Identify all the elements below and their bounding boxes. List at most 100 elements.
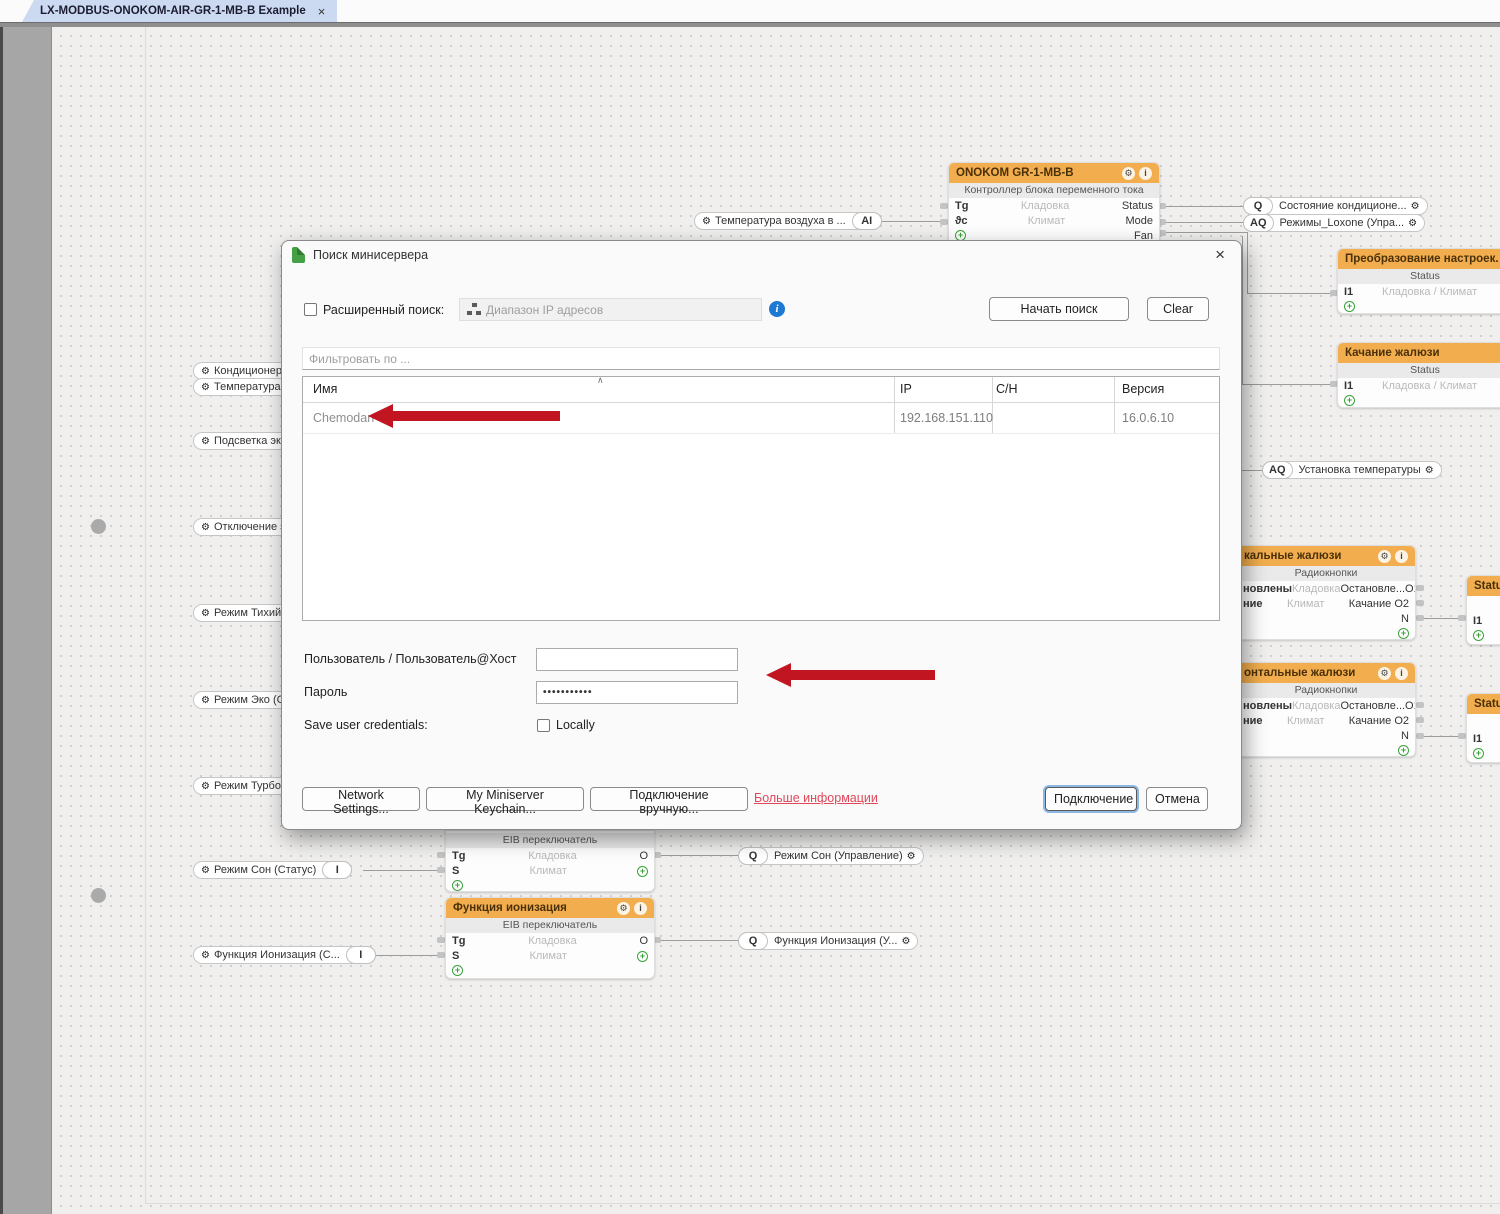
- port-capsule[interactable]: I: [346, 946, 376, 964]
- block-header[interactable]: Statu: [1467, 694, 1500, 714]
- pin-label[interactable]: Status: [1122, 200, 1153, 212]
- plus-icon[interactable]: +: [637, 951, 648, 962]
- block-header[interactable]: Statu: [1467, 576, 1500, 596]
- cell-version[interactable]: 16.0.6.10: [1122, 411, 1174, 425]
- pin-label[interactable]: ние: [1243, 598, 1263, 610]
- pin-label[interactable]: Качание О2: [1349, 715, 1409, 727]
- dialog-titlebar[interactable]: Поиск минисервера: [282, 241, 1241, 269]
- info-icon[interactable]: i: [769, 301, 785, 317]
- pin-label[interactable]: ние: [1243, 715, 1263, 727]
- pin-label[interactable]: O: [639, 935, 648, 947]
- plus-icon[interactable]: +: [1344, 301, 1355, 312]
- plus-icon[interactable]: +: [1473, 748, 1484, 759]
- gear-icon[interactable]: ⚙: [201, 950, 210, 961]
- function-block-eib-switch-1[interactable]: EIB переключатель Tg Кладовка O S Климат…: [445, 830, 655, 892]
- port-capsule[interactable]: Q: [738, 932, 768, 950]
- function-block-vertical-blinds[interactable]: кальные жалюзи ⚙ i Радиокнопки новлены К…: [1236, 545, 1416, 640]
- plus-icon[interactable]: +: [1398, 745, 1409, 756]
- pin-label[interactable]: Tg: [955, 200, 968, 212]
- io-pill-q-ionization[interactable]: Q Функция Ионизация (У... ⚙: [738, 932, 918, 950]
- pin-label[interactable]: новлены: [1243, 700, 1292, 712]
- close-icon[interactable]: ×: [1211, 245, 1229, 265]
- gear-icon[interactable]: ⚙: [1411, 201, 1420, 212]
- connect-button[interactable]: Подключение: [1045, 787, 1137, 811]
- plus-icon[interactable]: +: [452, 880, 463, 891]
- function-block-horizontal-blinds[interactable]: онтальные жалюзи ⚙ i Радиокнопки новлены…: [1236, 662, 1416, 757]
- gear-icon[interactable]: ⚙: [201, 781, 210, 792]
- pin-label[interactable]: Остановле...О1: [1340, 700, 1416, 712]
- pin-label[interactable]: I1: [1473, 615, 1482, 627]
- port-capsule[interactable]: Q: [738, 847, 768, 865]
- pin-label[interactable]: S: [452, 950, 459, 962]
- gear-icon[interactable]: ⚙: [201, 436, 210, 447]
- pin-label[interactable]: Tg: [452, 935, 465, 947]
- column-header-name[interactable]: Имя: [313, 382, 337, 396]
- gear-icon[interactable]: ⚙: [617, 902, 630, 915]
- tab-close-icon[interactable]: ×: [316, 5, 328, 18]
- pin-label[interactable]: Tg: [452, 850, 465, 862]
- gear-icon[interactable]: ⚙: [201, 695, 210, 706]
- pin-label[interactable]: O: [639, 850, 648, 862]
- block-header[interactable]: ONOKOM GR-1-MB-B ⚙ i: [949, 163, 1159, 183]
- plus-icon[interactable]: +: [1398, 628, 1409, 639]
- pin-label[interactable]: I1: [1344, 380, 1353, 392]
- pin-label[interactable]: ϑc: [955, 215, 968, 227]
- clear-button[interactable]: Clear: [1147, 297, 1209, 321]
- info-badge-icon[interactable]: i: [1395, 550, 1408, 563]
- more-info-link[interactable]: Больше информации: [754, 791, 878, 805]
- column-header-ip[interactable]: IP: [900, 382, 912, 396]
- port-capsule[interactable]: Q: [1243, 197, 1273, 215]
- pin-label[interactable]: S: [452, 865, 459, 877]
- cell-ip[interactable]: 192.168.151.110: [900, 411, 993, 425]
- sort-caret-icon[interactable]: ∧: [597, 375, 604, 386]
- gear-icon[interactable]: ⚙: [901, 936, 910, 947]
- manual-connect-button[interactable]: Подключение вручную...: [590, 787, 748, 811]
- pin-label[interactable]: новлены: [1243, 583, 1292, 595]
- pin-label[interactable]: N: [1401, 613, 1409, 625]
- function-block-ionization[interactable]: Функция ионизация ⚙ i EIB переключатель …: [445, 897, 655, 979]
- function-block-swing[interactable]: Качание жалюзи Status I1 Кладовка / Клим…: [1337, 342, 1500, 408]
- port-capsule[interactable]: AI: [852, 212, 882, 230]
- keychain-button[interactable]: My Miniserver Keychain...: [426, 787, 584, 811]
- pin-label[interactable]: Качание О2: [1349, 598, 1409, 610]
- user-input[interactable]: [536, 648, 738, 671]
- block-header[interactable]: Функция ионизация ⚙ i: [446, 898, 654, 918]
- gear-icon[interactable]: ⚙: [201, 522, 210, 533]
- table-header[interactable]: Имя IP С/Н Версия ∧: [303, 377, 1219, 403]
- plus-icon[interactable]: +: [452, 965, 463, 976]
- info-badge-icon[interactable]: i: [1395, 667, 1408, 680]
- gear-icon[interactable]: ⚙: [201, 366, 210, 377]
- gear-icon[interactable]: ⚙: [1378, 550, 1391, 563]
- cancel-button[interactable]: Отмена: [1146, 787, 1208, 811]
- gear-icon[interactable]: ⚙: [201, 382, 210, 393]
- io-pill-temp-air[interactable]: ⚙ Температура воздуха в ... AI: [694, 212, 882, 230]
- plus-icon[interactable]: +: [1473, 630, 1484, 641]
- plus-icon[interactable]: +: [1344, 395, 1355, 406]
- block-header[interactable]: Качание жалюзи: [1338, 343, 1500, 363]
- block-header[interactable]: онтальные жалюзи ⚙ i: [1237, 663, 1415, 683]
- advanced-search-checkbox[interactable]: [304, 303, 317, 316]
- io-pill-q-sleep[interactable]: Q Режим Сон (Управление) ⚙: [738, 847, 924, 865]
- gear-icon[interactable]: ⚙: [702, 216, 711, 227]
- cell-name[interactable]: Chemodan: [313, 411, 374, 425]
- pin-label[interactable]: I1: [1344, 286, 1353, 298]
- gear-icon[interactable]: ⚙: [201, 608, 210, 619]
- block-header[interactable]: Преобразование настроек.: [1338, 249, 1500, 269]
- info-badge-icon[interactable]: i: [1139, 167, 1152, 180]
- gear-icon[interactable]: ⚙: [1122, 167, 1135, 180]
- function-block-status-1[interactable]: Statu I1 +: [1466, 575, 1500, 645]
- port-capsule[interactable]: I: [322, 861, 352, 879]
- pin-label[interactable]: N: [1401, 730, 1409, 742]
- port-capsule[interactable]: AQ: [1262, 461, 1293, 479]
- gear-icon[interactable]: ⚙: [1378, 667, 1391, 680]
- function-block-status-2[interactable]: Statu I1 +: [1466, 693, 1500, 763]
- column-header-sn[interactable]: С/Н: [996, 382, 1018, 396]
- ip-range-input[interactable]: [459, 298, 762, 321]
- gear-icon[interactable]: ⚙: [907, 851, 916, 862]
- network-settings-button[interactable]: Network Settings...: [302, 787, 420, 811]
- port-capsule[interactable]: AQ: [1243, 214, 1274, 232]
- pin-label[interactable]: I1: [1473, 733, 1482, 745]
- locally-checkbox[interactable]: [537, 719, 550, 732]
- io-pill-aq-modes[interactable]: AQ Режимы_Loxone (Упра... ⚙: [1243, 214, 1425, 232]
- plus-icon[interactable]: +: [637, 866, 648, 877]
